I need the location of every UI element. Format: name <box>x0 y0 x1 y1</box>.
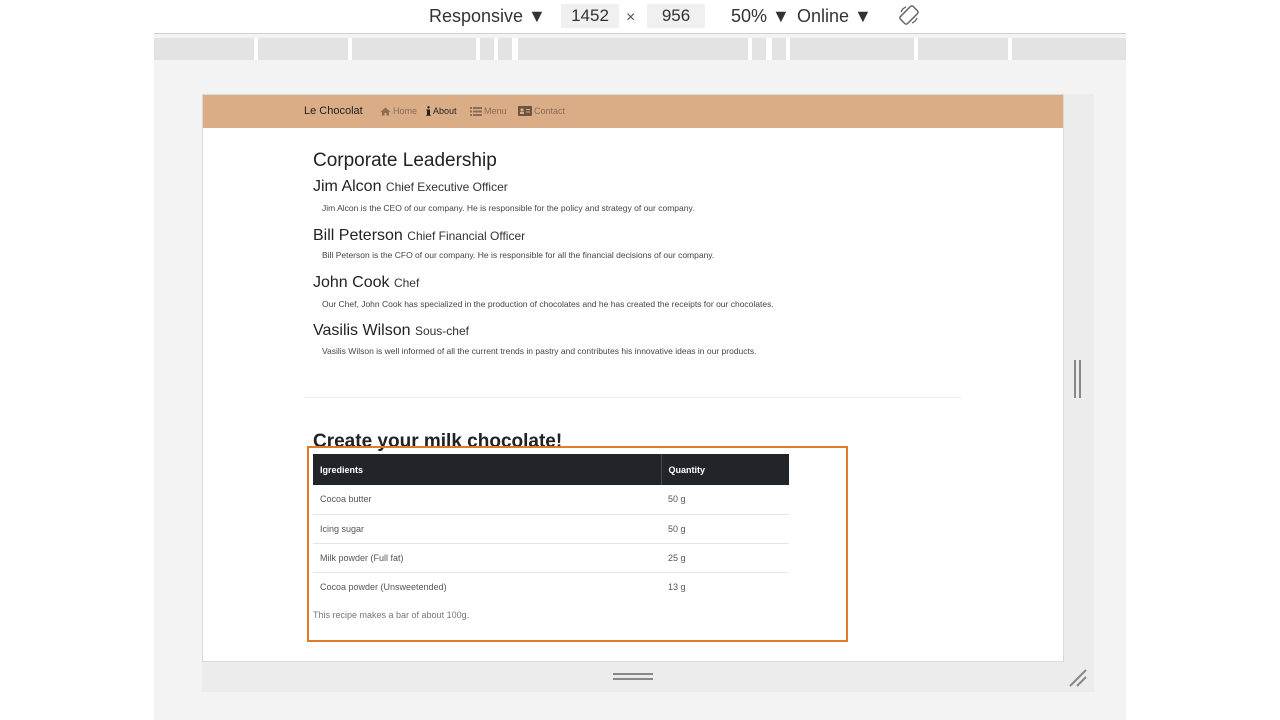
nav-item-label: Contact <box>534 106 566 116</box>
media-query-segment[interactable] <box>918 38 1008 60</box>
leader-name: Jim Alcon <box>313 178 382 195</box>
height-input[interactable]: 956 <box>647 4 705 28</box>
leader-description: Bill Peterson is the CFO of our company.… <box>322 250 715 260</box>
address-card-icon <box>518 106 532 116</box>
media-query-segment[interactable] <box>518 38 748 60</box>
leader-description: Jim Alcon is the CEO of our company. He … <box>322 203 695 213</box>
navbar-brand[interactable]: Le Chocolat <box>304 105 363 117</box>
leader-title: Sous-chef <box>414 324 469 338</box>
highlight-box <box>307 446 848 642</box>
home-icon <box>380 107 391 115</box>
width-input[interactable]: 1452 <box>561 4 619 28</box>
corner-resize-handle[interactable] <box>1068 668 1088 688</box>
nav-item-menu[interactable]: Menu <box>470 106 507 116</box>
leader-title: Chef <box>393 276 420 290</box>
right-resize-handle[interactable] <box>1074 360 1082 398</box>
leader-title: Chief Executive Officer <box>385 180 508 194</box>
dimension-separator: × <box>626 9 636 26</box>
rotate-icon[interactable] <box>898 4 920 26</box>
nav-item-label: Home <box>393 106 418 116</box>
nav-item-contact[interactable]: Contact <box>518 106 565 116</box>
nav-item-label: Menu <box>484 106 507 116</box>
media-query-segment[interactable] <box>752 38 766 60</box>
network-throttle-select[interactable]: Online ▼ <box>797 4 872 28</box>
leadership-heading: Corporate Leadership <box>313 150 497 171</box>
leader-title: Chief Financial Officer <box>407 229 526 243</box>
section-divider <box>304 397 962 398</box>
leader-description: Our Chef, John Cook has specialized in t… <box>322 299 774 309</box>
nav-item-label: About <box>433 106 457 116</box>
media-query-bar[interactable] <box>154 38 1126 60</box>
leader-name: John Cook <box>313 274 390 291</box>
leader-heading: John Cook Chef <box>313 274 419 292</box>
media-query-segment[interactable] <box>1012 38 1126 60</box>
leader-heading: Bill Peterson Chief Financial Officer <box>313 227 525 245</box>
media-query-segment[interactable] <box>352 38 476 60</box>
device-select[interactable]: Responsive ▼ <box>429 4 546 28</box>
nav-item-about[interactable]: About <box>426 106 457 116</box>
leader-description: Vasilis Wilson is well informed of all t… <box>322 346 757 356</box>
zoom-select[interactable]: 50% ▼ <box>731 4 790 28</box>
leader-heading: Jim Alcon Chief Executive Officer <box>313 178 508 196</box>
media-query-segment[interactable] <box>154 38 254 60</box>
media-query-segment[interactable] <box>772 38 786 60</box>
device-toolbar: Responsive ▼ 1452 × 956 50% ▼ Online ▼ <box>154 0 1126 34</box>
media-query-segment[interactable] <box>480 38 494 60</box>
navbar: Le Chocolat Home About Menu Contact <box>203 95 1063 128</box>
info-icon <box>426 106 431 116</box>
media-query-segment[interactable] <box>498 38 512 60</box>
leader-name: Vasilis Wilson <box>313 322 411 339</box>
media-query-segment[interactable] <box>790 38 914 60</box>
leader-name: Bill Peterson <box>313 227 403 244</box>
nav-item-home[interactable]: Home <box>380 106 417 116</box>
leader-heading: Vasilis Wilson Sous-chef <box>313 322 469 340</box>
bottom-resize-handle[interactable] <box>613 673 653 683</box>
media-query-segment[interactable] <box>258 38 348 60</box>
list-icon <box>470 106 482 116</box>
